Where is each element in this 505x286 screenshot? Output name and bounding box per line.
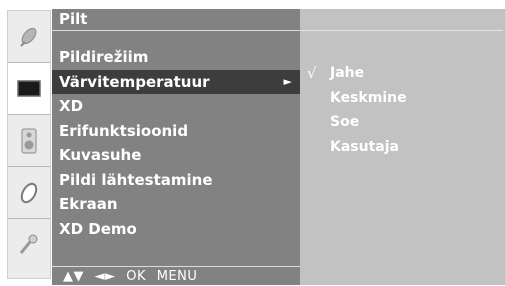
menu-item-xd[interactable]: XD	[52, 94, 300, 119]
menu-item-label: Pildirežiim	[59, 48, 149, 66]
menu-item-label: Ekraan	[59, 195, 118, 213]
tv-screen-icon	[17, 79, 41, 97]
clock-icon	[20, 182, 38, 203]
menu-title: Pilt	[52, 9, 300, 31]
menu-item-xd-demo[interactable]: XD Demo	[52, 217, 300, 242]
menu-item-label: XD Demo	[59, 219, 137, 238]
picture-menu-panel: Pilt Pildirežiim Värvitemperatuur ► XD E…	[52, 9, 300, 285]
left-right-arrows-icon: ◄►	[94, 269, 116, 284]
speaker-icon	[21, 128, 37, 153]
tv-osd-screen: Pilt Pildirežiim Värvitemperatuur ► XD E…	[0, 0, 505, 285]
key-icon	[19, 234, 38, 254]
submenu-arrow-icon: ►	[283, 74, 292, 88]
menu-item-color-temperature[interactable]: Värvitemperatuur ►	[52, 69, 300, 94]
submenu-item-label: Kasutaja	[330, 138, 399, 155]
menu-hint: MENU	[156, 269, 198, 284]
submenu-item-label: Soe	[330, 114, 360, 130]
up-down-arrows-icon: ▲▼	[63, 269, 84, 284]
submenu-item-cool[interactable]: √ Jahe	[300, 61, 505, 86]
submenu-item-label: Jahe	[330, 65, 365, 81]
menu-item-label: XD	[59, 97, 84, 115]
submenu-item-user[interactable]: Kasutaja	[300, 135, 505, 160]
category-picture[interactable]	[8, 63, 50, 115]
menu-list: Pildirežiim Värvitemperatuur ► XD Erifun…	[52, 45, 300, 241]
menu-item-label: Erifunktsioonid	[59, 121, 189, 140]
category-icon-bar	[7, 10, 51, 279]
ok-hint: OK	[126, 269, 147, 284]
check-mark-icon: √	[307, 64, 317, 82]
menu-item-picture-reset[interactable]: Pildi lähtestamine	[52, 168, 300, 193]
category-lock[interactable]	[8, 219, 50, 271]
menu-item-picture-mode[interactable]: Pildirežiim	[52, 45, 300, 70]
submenu-item-medium[interactable]: Keskmine	[300, 86, 505, 111]
menu-item-screen[interactable]: Ekraan	[52, 192, 300, 217]
satellite-dish-icon	[20, 27, 37, 47]
category-time[interactable]	[8, 167, 50, 219]
submenu-header-divider	[301, 9, 503, 31]
menu-item-advanced[interactable]: Erifunktsioonid	[52, 119, 300, 144]
category-station[interactable]	[8, 11, 50, 63]
menu-item-label: Värvitemperatuur	[59, 72, 210, 91]
submenu-list: √ Jahe Keskmine Soe Kasutaja	[300, 61, 505, 159]
submenu-item-label: Keskmine	[330, 89, 407, 106]
submenu-item-warm[interactable]: Soe	[300, 110, 505, 135]
navigation-hint-bar: ▲▼ ◄► OK MENU	[52, 266, 300, 285]
menu-item-aspect-ratio[interactable]: Kuvasuhe	[52, 143, 300, 168]
menu-item-label: Kuvasuhe	[59, 146, 142, 164]
menu-item-label: Pildi lähtestamine	[59, 170, 213, 189]
category-sound[interactable]	[8, 115, 50, 167]
